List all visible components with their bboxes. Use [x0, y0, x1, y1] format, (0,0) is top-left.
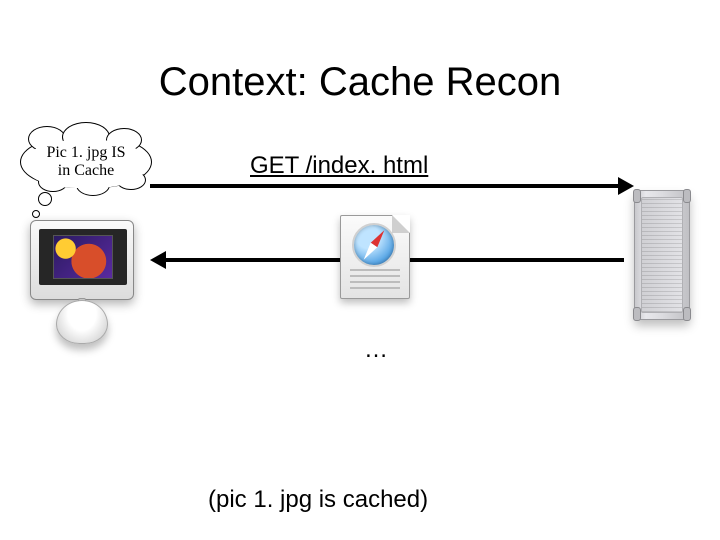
ellipsis-text: … — [364, 336, 388, 364]
caption-text: (pic 1. jpg is cached) — [208, 486, 428, 514]
safari-html-file-icon — [340, 215, 410, 299]
desktop-wallpaper-thumb — [53, 235, 113, 279]
cloud-label: Pic 1. jpg IS in Cache — [20, 144, 152, 180]
server-tower-icon — [634, 190, 690, 320]
arrow-request — [150, 184, 620, 188]
thought-cloud: Pic 1. jpg IS in Cache — [20, 136, 152, 196]
compass-icon — [352, 223, 396, 267]
imac-g4-icon — [30, 220, 140, 350]
slide-title: Context: Cache Recon — [0, 60, 720, 105]
request-label: GET /index. html — [250, 152, 428, 180]
